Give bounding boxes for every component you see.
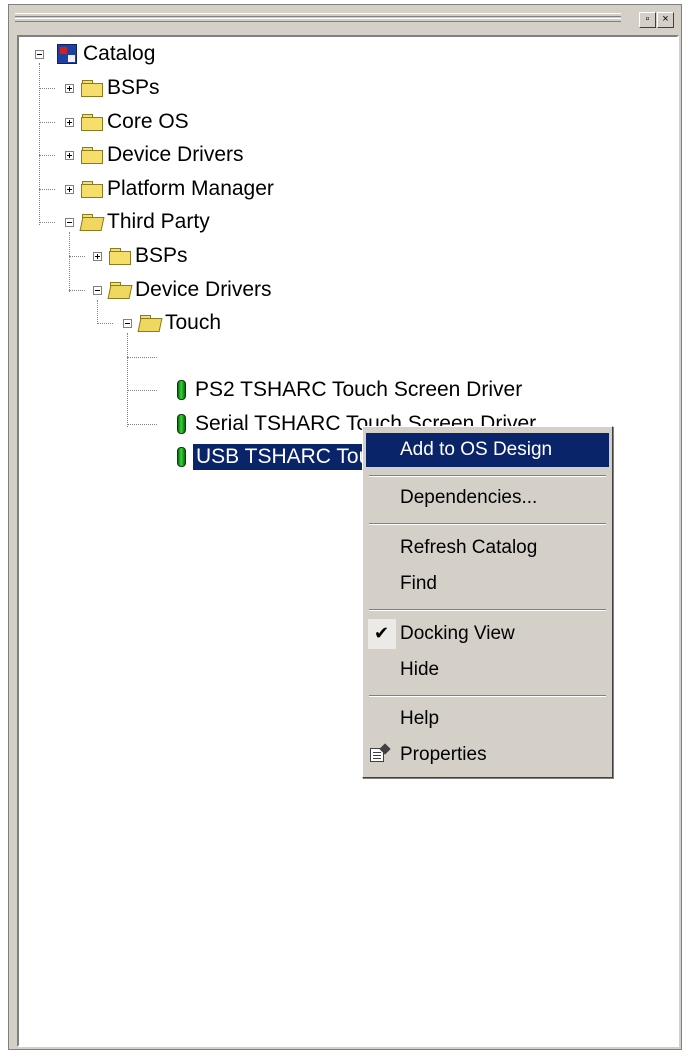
folder-open-icon xyxy=(107,282,133,299)
tree-connector-line xyxy=(39,155,55,156)
tree-node-label: PS2 TSHARC Touch Screen Driver xyxy=(195,378,523,401)
tree-connector-line xyxy=(39,88,55,89)
menu-item-find[interactable]: Find xyxy=(366,567,609,601)
tree-node-ps2-tsharc-driver[interactable]: PS2 TSHARC Touch Screen Driver xyxy=(169,377,649,403)
tree-node-label: Catalog xyxy=(83,42,156,65)
menu-separator xyxy=(369,475,606,477)
tree-node-label: Device Drivers xyxy=(107,143,244,166)
catalog-icon xyxy=(57,44,77,64)
expand-toggle[interactable] xyxy=(93,252,102,261)
minimize-button[interactable]: ▫ xyxy=(639,12,656,28)
tree-connector-line xyxy=(69,256,85,257)
tree-connector-line xyxy=(69,232,70,292)
menu-separator xyxy=(369,695,606,697)
folder-open-icon xyxy=(137,315,163,332)
tree-connector-line xyxy=(97,300,98,324)
tree-connector-line xyxy=(69,290,85,291)
caption-grip xyxy=(15,13,621,17)
caption-grip xyxy=(15,18,621,22)
collapse-toggle[interactable] xyxy=(35,50,44,59)
menu-item-docking-view[interactable]: ✔ Docking View xyxy=(366,617,609,651)
menu-item-label: Help xyxy=(400,708,440,729)
menu-item-label: Properties xyxy=(400,744,487,765)
menu-item-dependencies[interactable]: Dependencies... xyxy=(366,481,609,515)
tree-node-label: BSPs xyxy=(107,76,160,99)
tree-connector-line xyxy=(39,122,55,123)
folder-icon xyxy=(81,80,103,97)
collapse-toggle[interactable] xyxy=(65,218,74,227)
window-caption-bar[interactable]: ▫ × xyxy=(9,5,681,33)
tree-connector-line xyxy=(127,357,157,358)
menu-item-label: Find xyxy=(400,573,437,594)
context-menu: Add to OS Design Dependencies... Refresh… xyxy=(362,426,613,778)
tree-connector-line xyxy=(127,424,157,425)
tree-node-label: Core OS xyxy=(107,110,189,133)
menu-item-hide[interactable]: Hide xyxy=(366,653,609,687)
component-icon xyxy=(177,447,186,467)
checkmark-icon: ✔ xyxy=(374,623,390,643)
tree-node-label: BSPs xyxy=(135,244,188,267)
tree-connector-line xyxy=(127,390,157,391)
collapse-toggle[interactable] xyxy=(93,286,102,295)
tree-node-bsps[interactable]: BSPs xyxy=(57,75,317,101)
tree-node-label: Device Drivers xyxy=(135,278,272,301)
tree-node-label: Platform Manager xyxy=(107,177,274,200)
tree-connector-line xyxy=(127,333,128,427)
tree-connector-line xyxy=(39,189,55,190)
tree-connector-line xyxy=(97,323,113,324)
collapse-toggle[interactable] xyxy=(123,319,132,328)
menu-item-label: Add to OS Design xyxy=(400,439,553,460)
menu-item-refresh-catalog[interactable]: Refresh Catalog xyxy=(366,531,609,565)
menu-item-label: Docking View xyxy=(400,623,515,644)
folder-icon xyxy=(81,114,103,131)
folder-open-icon xyxy=(79,214,105,231)
folder-icon xyxy=(109,248,131,265)
menu-item-add-to-os-design[interactable]: Add to OS Design xyxy=(366,433,609,467)
menu-item-properties[interactable]: Properties xyxy=(366,738,609,772)
expand-toggle[interactable] xyxy=(65,185,74,194)
menu-item-label: Dependencies... xyxy=(400,487,538,508)
tree-node-platform-manager[interactable]: Platform Manager xyxy=(57,176,377,202)
expand-toggle[interactable] xyxy=(65,151,74,160)
tree-node-third-party[interactable]: Third Party xyxy=(57,209,317,235)
tree-node-touch[interactable]: Touch xyxy=(113,310,313,336)
component-icon xyxy=(177,414,186,434)
expand-toggle[interactable] xyxy=(65,84,74,93)
tree-node-device-drivers[interactable]: Device Drivers xyxy=(57,142,357,168)
close-button[interactable]: × xyxy=(657,12,674,28)
tree-node-third-party-bsps[interactable]: BSPs xyxy=(85,243,285,269)
menu-separator xyxy=(369,609,606,611)
tree-node-catalog[interactable]: Catalog xyxy=(27,41,227,67)
menu-item-label: Hide xyxy=(400,659,440,680)
folder-icon xyxy=(81,147,103,164)
menu-separator xyxy=(369,523,606,525)
menu-item-label: Refresh Catalog xyxy=(400,537,538,558)
tree-node-label: Third Party xyxy=(107,210,210,233)
menu-item-help[interactable]: Help xyxy=(366,702,609,736)
tree-node-third-party-device-drivers[interactable]: Device Drivers xyxy=(85,277,385,303)
tree-node-label: Touch xyxy=(165,311,222,334)
properties-icon xyxy=(370,743,391,763)
expand-toggle[interactable] xyxy=(65,118,74,127)
tree-connector-line xyxy=(39,222,55,223)
folder-icon xyxy=(81,181,103,198)
tree-node-core-os[interactable]: Core OS xyxy=(57,109,317,135)
component-icon xyxy=(177,380,186,400)
